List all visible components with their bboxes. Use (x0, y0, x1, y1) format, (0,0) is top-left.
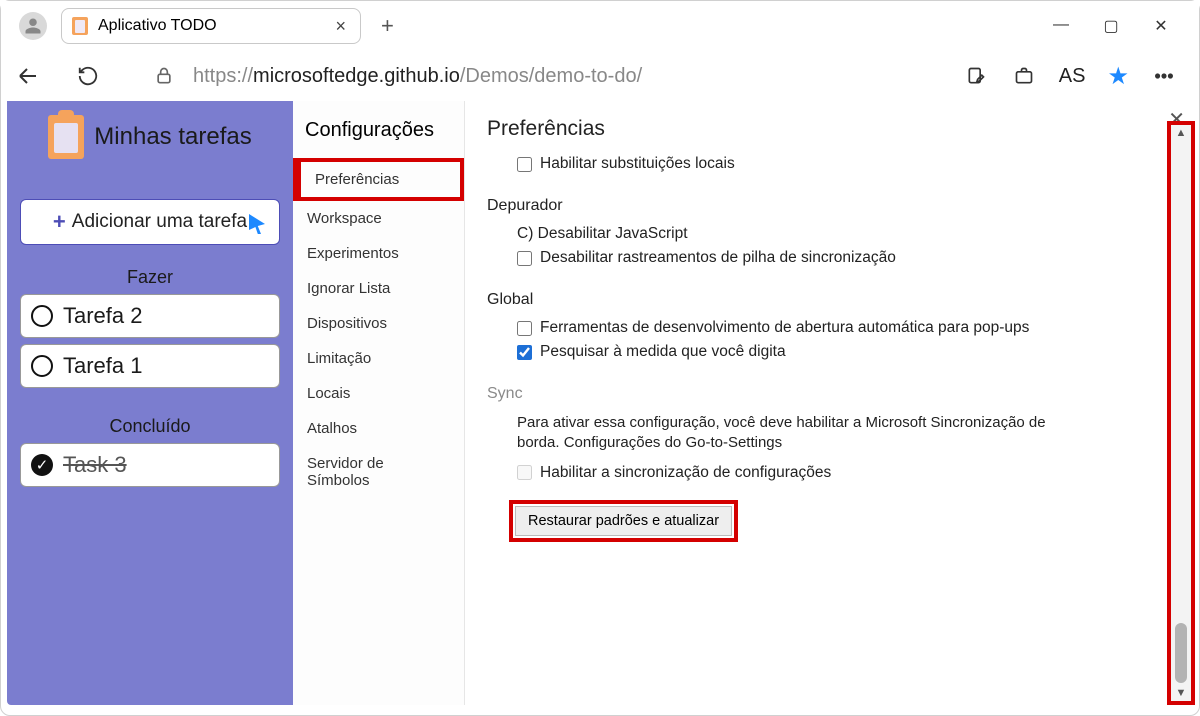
section-sync-heading: Sync (487, 385, 1175, 403)
todo-title: Minhas tarefas (94, 123, 251, 151)
sidebar-item-devices[interactable]: Dispositivos (293, 306, 464, 341)
url-protocol: https:// (193, 65, 253, 87)
window-controls: — ▢ ✕ (1051, 16, 1191, 36)
section-done-label: Concluído (109, 416, 190, 437)
profile-initials[interactable]: AS (1059, 65, 1086, 88)
label-local-overrides: Habilitar substituições locais (540, 155, 735, 173)
refresh-button[interactable] (75, 63, 101, 89)
window-maximize-button[interactable]: ▢ (1101, 16, 1121, 36)
task-name: Tarefa 1 (63, 353, 143, 379)
person-icon (24, 17, 42, 35)
new-tab-button[interactable]: + (381, 13, 394, 39)
collections-button[interactable] (1011, 63, 1037, 89)
sync-note: Para ativar essa configuração, você deve… (517, 413, 1077, 454)
pencil-page-icon (966, 66, 986, 86)
cursor-icon (249, 214, 265, 234)
add-task-label: Adicionar uma tarefa (72, 211, 247, 233)
checkbox-local-overrides[interactable] (517, 157, 532, 172)
settings-page-heading: Preferências (487, 117, 1175, 141)
scrollbar-highlight: ▲ ▼ (1167, 121, 1195, 705)
sidebar-item-experiments[interactable]: Experimentos (293, 236, 464, 271)
settings-heading: Configurações (293, 111, 464, 158)
settings-sidebar: Configurações Preferências Workspace Exp… (293, 101, 465, 705)
back-button[interactable] (15, 63, 41, 89)
label-auto-open-devtools: Ferramentas de desenvolvimento de abertu… (540, 319, 1029, 337)
label-disable-async-stack: Desabilitar rastreamentos de pilha de si… (540, 249, 896, 267)
browser-tab[interactable]: Aplicativo TODO × (61, 8, 361, 44)
tab-close-button[interactable]: × (335, 16, 346, 37)
checkbox-search-as-type[interactable] (517, 345, 532, 360)
label-enable-sync: Habilitar a sincronização de configuraçõ… (540, 464, 831, 482)
window-close-button[interactable]: ✕ (1151, 16, 1171, 36)
favorite-button[interactable]: ★ (1107, 62, 1129, 91)
task-item[interactable]: Tarefa 1 (20, 344, 280, 388)
settings-content: ✕ Preferências Habilitar substituições l… (465, 101, 1193, 705)
url-host: microsoftedge.github.io (253, 65, 460, 87)
sidebar-item-locations[interactable]: Locais (293, 376, 464, 411)
task-item-done[interactable]: Task 3 (20, 443, 280, 487)
url-display[interactable]: https://microsoftedge.github.io/Demos/de… (193, 65, 642, 88)
section-global-heading: Global (487, 291, 1175, 309)
briefcase-icon (1014, 66, 1034, 86)
todo-app-panel: Minhas tarefas + Adicionar uma tarefa Fa… (7, 101, 293, 705)
address-bar: https://microsoftedge.github.io/Demos/de… (1, 51, 1199, 101)
checkbox-enable-sync (517, 465, 532, 480)
edit-page-button[interactable] (963, 63, 989, 89)
scroll-up-button[interactable]: ▲ (1176, 127, 1187, 139)
arrow-left-icon (16, 64, 40, 88)
profile-avatar[interactable] (19, 12, 47, 40)
label-disable-javascript: C) Desabilitar JavaScript (517, 225, 1175, 243)
clipboard-icon (48, 115, 84, 159)
url-path: /Demos/demo-to-do/ (460, 65, 642, 87)
scroll-track[interactable] (1171, 139, 1191, 687)
refresh-icon (77, 65, 99, 87)
sidebar-item-workspace[interactable]: Workspace (293, 201, 464, 236)
task-name: Task 3 (63, 452, 127, 478)
checkbox-disable-async-stack[interactable] (517, 251, 532, 266)
sidebar-item-preferences[interactable]: Preferências (293, 158, 464, 201)
scroll-thumb[interactable] (1175, 623, 1187, 683)
add-task-button[interactable]: + Adicionar uma tarefa (20, 199, 280, 245)
task-item[interactable]: Tarefa 2 (20, 294, 280, 338)
section-debugger-heading: Depurador (487, 197, 1175, 215)
sidebar-item-symbol-server[interactable]: Servidor de Símbolos (293, 446, 464, 498)
restore-defaults-button[interactable]: Restaurar padrões e atualizar (515, 506, 732, 536)
window-minimize-button[interactable]: — (1051, 16, 1071, 36)
dots-horizontal-icon (1153, 65, 1175, 87)
plus-icon: + (53, 209, 66, 235)
tab-title: Aplicativo TODO (98, 17, 217, 35)
sidebar-item-throttling[interactable]: Limitação (293, 341, 464, 376)
task-checkbox-checked[interactable] (31, 454, 53, 476)
lock-icon (154, 66, 174, 86)
task-checkbox[interactable] (31, 355, 53, 377)
section-todo-label: Fazer (127, 267, 173, 288)
label-search-as-type: Pesquisar à medida que você digita (540, 343, 786, 361)
task-checkbox[interactable] (31, 305, 53, 327)
scroll-down-button[interactable]: ▼ (1176, 687, 1187, 699)
more-menu-button[interactable] (1151, 63, 1177, 89)
window-titlebar: Aplicativo TODO × + — ▢ ✕ (1, 1, 1199, 51)
sidebar-item-shortcuts[interactable]: Atalhos (293, 411, 464, 446)
checkbox-auto-open-devtools[interactable] (517, 321, 532, 336)
clipboard-icon (72, 17, 88, 35)
site-info-button[interactable] (151, 63, 177, 89)
restore-highlight: Restaurar padrões e atualizar (509, 500, 738, 542)
sidebar-item-ignore-list[interactable]: Ignorar Lista (293, 271, 464, 306)
task-name: Tarefa 2 (63, 303, 143, 329)
